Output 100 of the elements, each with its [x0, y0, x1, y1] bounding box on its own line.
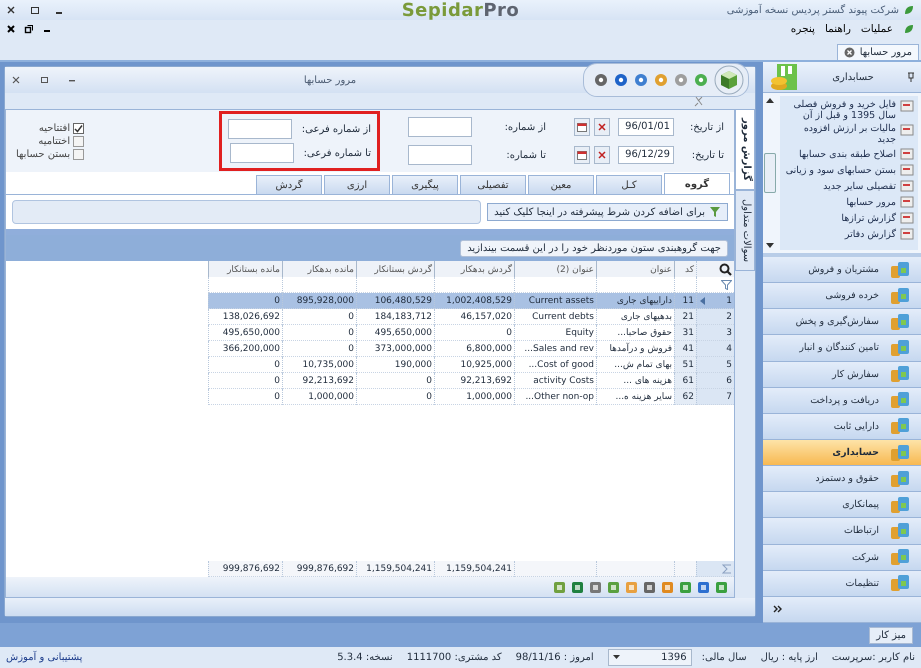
checkbox[interactable] [73, 148, 84, 160]
calendar-button[interactable] [574, 146, 590, 164]
filter-cell[interactable] [434, 277, 514, 293]
side-tab[interactable]: سوالات متداول [735, 190, 755, 272]
task-link[interactable]: گزارش دفاتر [784, 227, 914, 241]
task-link[interactable]: گزارش ترازها [784, 211, 914, 225]
table-cell: Cost of good... [514, 357, 596, 373]
tab[interactable]: گروه [664, 173, 730, 194]
sidebar-title: حسابداری [831, 72, 875, 82]
year-dropdown[interactable]: 1396 [608, 649, 692, 666]
table-cell: 495,650,000 [208, 325, 282, 341]
maximize-icon[interactable] [30, 5, 40, 15]
filter-cell[interactable] [596, 277, 674, 293]
calendar-button[interactable] [574, 118, 590, 136]
task-link[interactable]: مالیات بر ارزش افزوده جدید [784, 123, 914, 145]
clear-button[interactable] [594, 118, 610, 136]
chevron-icon[interactable] [773, 604, 783, 614]
row-pointer-icon [699, 296, 705, 304]
table-cell: فروش و درآمدها [596, 341, 674, 357]
filter-cell[interactable] [514, 277, 596, 293]
total-cell: 1,159,504,241 [434, 561, 514, 577]
module-item[interactable]: خرده فروشی [763, 283, 921, 310]
filter-cell[interactable] [674, 277, 696, 293]
status-text: سال مالی: [702, 652, 747, 663]
checkbox[interactable] [73, 136, 84, 146]
tab[interactable]: ارزی [324, 175, 390, 194]
table-cell: 11 [674, 293, 696, 309]
filter-cell[interactable] [282, 277, 356, 293]
restore-icon[interactable] [24, 24, 34, 34]
maximize-icon[interactable] [39, 75, 49, 85]
module-item[interactable]: سفارش کار [763, 362, 921, 388]
task-link[interactable]: فایل خرید و فروش فصلی سال 1395 و قبل از آن [784, 99, 914, 121]
date-field[interactable]: 96/12/29 [618, 146, 674, 164]
module-item[interactable]: حسابداری [763, 440, 921, 466]
tab[interactable]: معین [528, 175, 594, 194]
task-link[interactable]: اصلاح طبقه بندی حسابها [784, 147, 914, 161]
tab[interactable]: گردش [256, 175, 322, 194]
row-number: 7 [726, 392, 732, 402]
module-icon [889, 494, 911, 515]
advanced-filter-bar[interactable]: برای اضافه کردن شرط پیشرفته در اینجا کلیک کنید [487, 203, 728, 221]
table-cell: 184,183,712 [356, 309, 434, 325]
row-number: 5 [726, 360, 732, 370]
module-icon [889, 260, 911, 280]
caret-icon [612, 655, 620, 660]
search-icon[interactable] [719, 263, 732, 276]
close-icon [598, 151, 606, 159]
module-item[interactable]: تامین کنندگان و انبار [763, 335, 921, 362]
calendar-icon [577, 122, 587, 132]
calendar-icon [577, 150, 587, 160]
input-field[interactable] [230, 143, 294, 163]
table-cell: 0 [208, 389, 282, 405]
taskbar-button[interactable]: میز کار [869, 626, 913, 644]
table-cell: 92,213,692 [282, 373, 356, 389]
side-tab[interactable]: گزارش مرور [735, 109, 755, 190]
menu-item[interactable]: عملیات [860, 23, 893, 35]
scroll-up-icon[interactable] [766, 97, 774, 103]
module-item[interactable]: ارتباطات [763, 518, 921, 545]
table-cell: 495,650,000 [356, 325, 434, 341]
task-link[interactable]: تفصیلی سایر جدید [784, 179, 914, 193]
module-item[interactable]: پیمانکاری [763, 492, 921, 518]
support-link[interactable]: پشتیبانی و آموزش [6, 652, 82, 663]
close-icon[interactable] [6, 24, 16, 34]
date-field[interactable]: 96/01/01 [618, 118, 674, 136]
module-item[interactable]: شرکت [763, 544, 921, 571]
input-field[interactable] [408, 117, 472, 137]
filter-cell[interactable] [208, 277, 282, 293]
tab[interactable]: تفصیلی [460, 175, 526, 194]
table-cell: 895,928,000 [282, 293, 356, 309]
module-item[interactable]: دارایی ثابت [763, 414, 921, 440]
table-cell: 0 [208, 373, 282, 389]
field-label: تا شماره فرعی: [304, 148, 371, 158]
module-item[interactable]: حقوق و دستمزد [763, 466, 921, 492]
table-cell: 0 [356, 389, 434, 405]
table-cell: 373,000,000 [356, 341, 434, 357]
input-field[interactable] [228, 119, 292, 139]
table-cell: هزینه های ... [596, 373, 674, 389]
tab[interactable]: پیگیری [392, 175, 458, 194]
close-icon[interactable] [11, 75, 21, 85]
close-icon[interactable] [6, 5, 16, 15]
module-item[interactable]: سفارش‌گیری و پخش [763, 309, 921, 336]
task-link[interactable]: بستن حسابهای سود و زیانی [784, 163, 914, 177]
module-item[interactable]: دریافت و پرداخت [763, 388, 921, 414]
row-number: 3 [726, 328, 732, 338]
checkbox[interactable] [73, 122, 84, 134]
menu-item[interactable]: راهنما [824, 23, 851, 35]
scroll-down-icon[interactable] [766, 243, 774, 249]
module-item[interactable]: تنظیمات [763, 570, 921, 597]
table-cell: 0 [434, 325, 514, 341]
module-item[interactable]: مشتریان و فروش [763, 257, 921, 284]
document-tab[interactable]: مرور حسابها [836, 44, 919, 60]
table-cell: 0 [356, 373, 434, 389]
task-link[interactable]: مرور حسابها [784, 195, 914, 209]
table-cell: 190,000 [356, 357, 434, 373]
window-title: مرور حسابها [302, 74, 358, 86]
scroll-thumb[interactable] [764, 153, 776, 193]
tab[interactable]: کـل [596, 175, 662, 194]
clear-button[interactable] [594, 146, 610, 164]
menu-item[interactable]: پنجره [790, 23, 815, 35]
input-field[interactable] [408, 145, 472, 165]
filter-cell[interactable] [356, 277, 434, 293]
